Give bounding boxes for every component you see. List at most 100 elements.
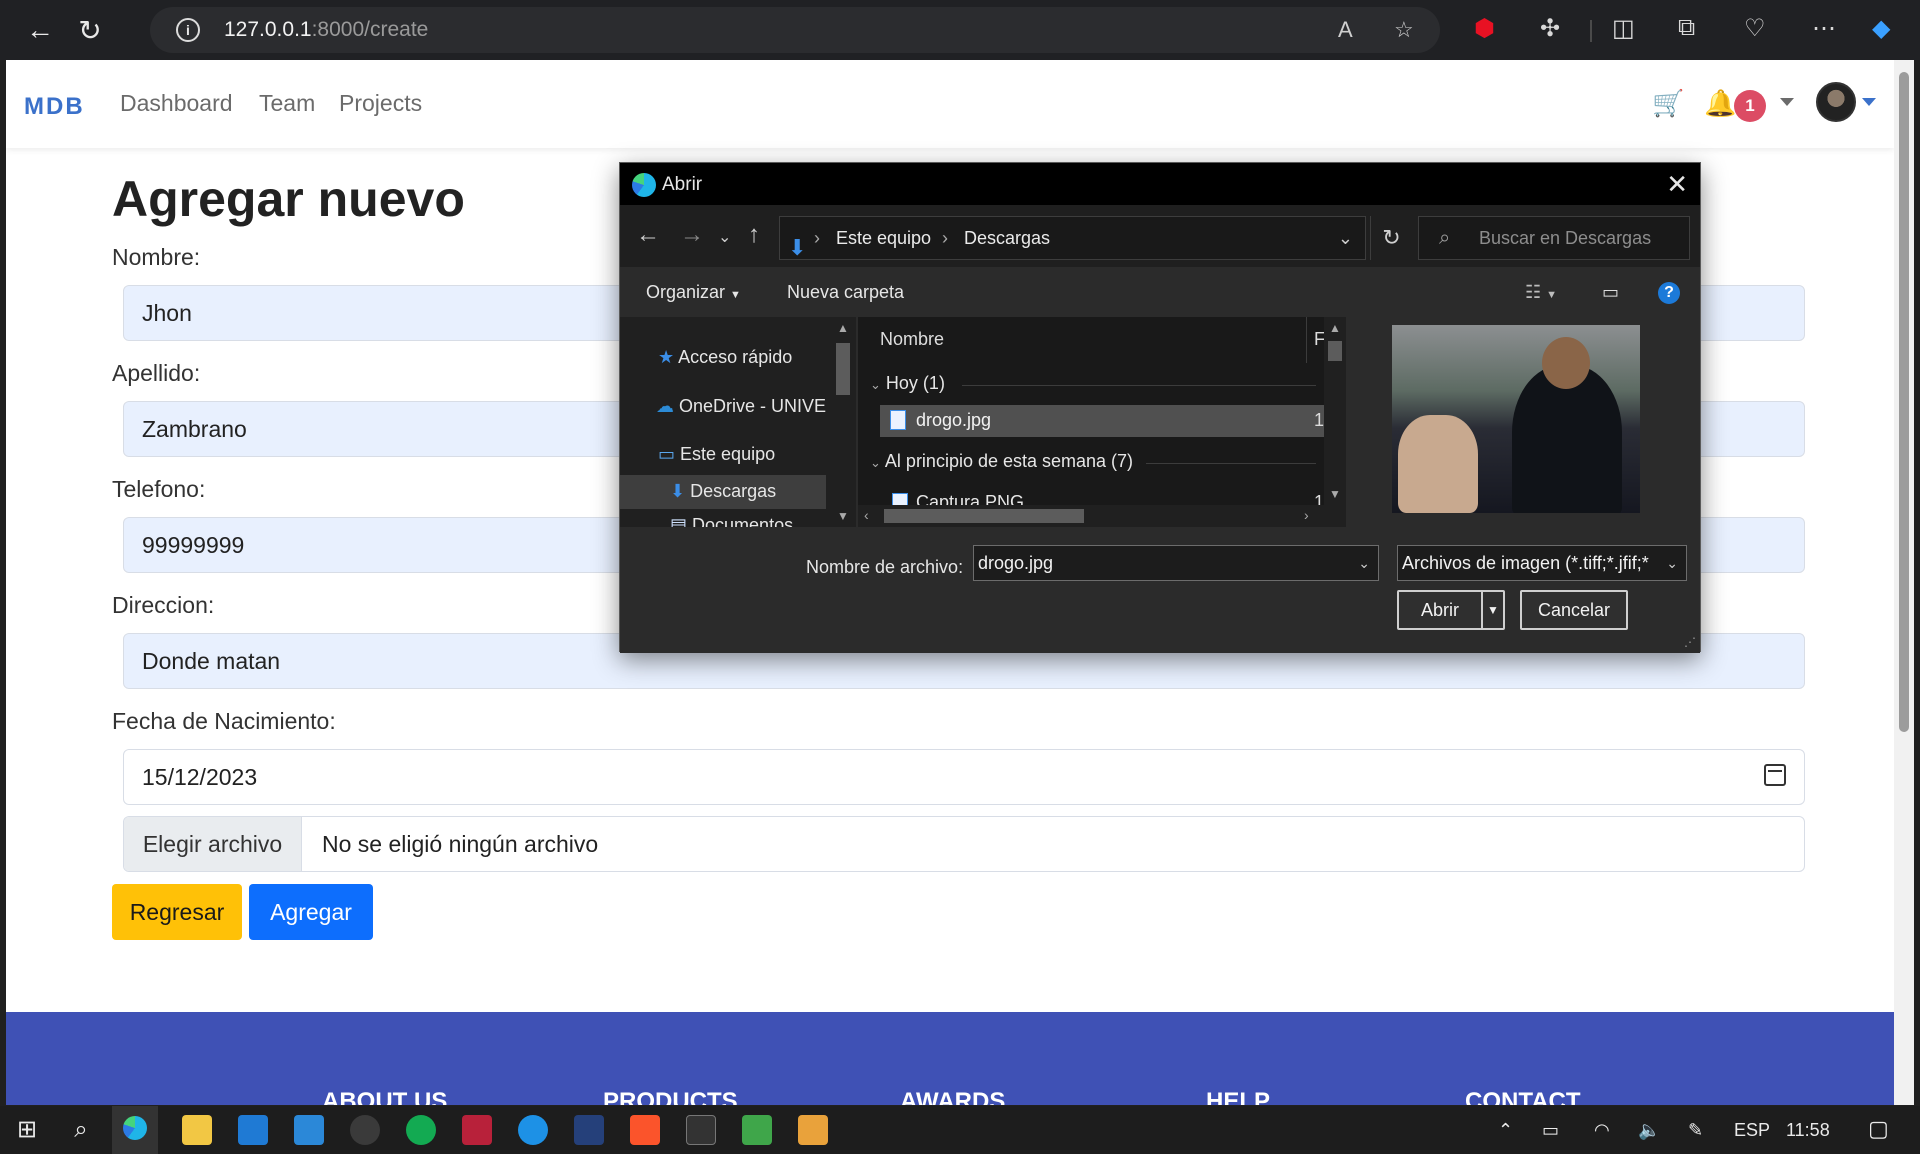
group-header-today[interactable]: ⌄ Hoy (1) [870,373,945,394]
site-info-icon[interactable]: i [176,18,200,42]
nav-item-documentos[interactable]: ▤ Documentos [670,515,793,527]
app-icon-jetbrains[interactable] [462,1115,492,1145]
footer-about-us[interactable]: ABOUT US [322,1088,447,1105]
nav-link-dashboard[interactable]: Dashboard [120,90,233,117]
scroll-up-icon[interactable]: ▲ [837,321,849,335]
notifications-icon[interactable]: ▢ [1868,1116,1889,1142]
scroll-up-icon[interactable]: ▲ [1329,321,1341,335]
collections-icon[interactable]: ⧉ [1678,14,1695,42]
file-input[interactable]: Elegir archivo No se eligió ningún archi… [123,816,1805,872]
scrollbar-thumb[interactable] [836,343,850,395]
file-list-horizontal-scrollbar[interactable]: ‹ › [858,505,1346,527]
resize-grip-icon[interactable]: ⋰ [1684,635,1696,649]
profile-chevron-down-icon[interactable] [1862,98,1876,106]
address-bar[interactable]: i 127.0.0.1:8000/create A ☆ [150,7,1440,53]
choose-file-button[interactable]: Elegir archivo [124,817,302,871]
brand-logo[interactable]: MDB [24,93,85,121]
split-screen-icon[interactable]: ◫ [1612,14,1635,43]
page-scrollbar[interactable] [1894,60,1914,1105]
read-aloud-icon[interactable]: A [1338,17,1353,43]
filename-input[interactable]: drogo.jpg ⌄ [973,545,1379,581]
cart-icon[interactable]: 🛒 [1652,88,1684,119]
column-header-name[interactable]: Nombre [880,329,944,350]
mongodb-icon[interactable] [406,1115,436,1145]
search-icon[interactable]: ⌕ [66,1115,96,1145]
help-icon[interactable]: ? [1658,282,1680,304]
recent-locations-chevron-icon[interactable]: ⌄ [718,227,731,247]
filetype-select[interactable]: Archivos de imagen (*.tiff;*.jfif;* ⌄ [1397,545,1687,581]
language-indicator[interactable]: ESP [1734,1120,1770,1141]
clock[interactable]: 11:58 [1786,1120,1830,1141]
preview-pane-icon[interactable]: ▭ [1602,282,1619,303]
notifications-chevron-down-icon[interactable] [1780,98,1794,106]
back-button[interactable]: Regresar [112,884,242,940]
back-icon[interactable]: ← [22,12,58,48]
submit-button[interactable]: Agregar [249,884,373,940]
pen-icon[interactable]: ✎ [1688,1120,1703,1141]
footer-help[interactable]: HELP [1206,1088,1270,1105]
nav-item-onedrive[interactable]: ☁ OneDrive - UNIVE [656,396,826,417]
breadcrumb-este-equipo[interactable]: Este equipo [836,217,931,259]
footer-awards[interactable]: AWARDS [900,1088,1005,1105]
open-button[interactable]: Abrir ▼ [1397,590,1505,630]
browser-essentials-icon[interactable]: ♡ [1744,14,1766,43]
vscode-icon[interactable] [238,1115,268,1145]
navigation-pane-scrollbar[interactable]: ▲ ▼ [832,317,854,527]
filename-dropdown-chevron-icon[interactable]: ⌄ [1358,546,1370,580]
bell-icon[interactable]: 🔔 [1704,88,1736,119]
new-folder-button[interactable]: Nueva carpeta [787,282,904,303]
taskbar-edge-active[interactable] [112,1106,158,1154]
nav-link-team[interactable]: Team [259,90,315,117]
back-arrow-icon[interactable]: ← [636,221,660,249]
up-arrow-icon[interactable]: ↑ [748,221,760,249]
view-options-icon[interactable]: ☷ ▼ [1525,282,1557,303]
dialog-titlebar[interactable]: Abrir ✕ [620,163,1700,205]
fecha-nacimiento-input[interactable]: 15/12/2023 [123,749,1805,805]
app-icon-compass[interactable] [350,1115,380,1145]
scrollbar-thumb[interactable] [1899,72,1909,732]
show-hidden-icons-chevron[interactable]: ⌃ [1498,1120,1513,1141]
breadcrumb-descargas[interactable]: Descargas [964,217,1050,259]
footer-contact[interactable]: CONTACT [1465,1088,1581,1105]
nav-item-este-equipo[interactable]: ▭ Este equipo [658,444,775,465]
avatar[interactable] [1816,82,1856,122]
organize-menu[interactable]: Organizar ▼ [646,282,741,303]
nav-item-descargas[interactable]: ⬇ Descargas [670,481,776,502]
app-icon-cloud[interactable] [294,1115,324,1145]
battery-icon[interactable]: ▭ [1542,1120,1559,1141]
app-icon-blue[interactable] [574,1115,604,1145]
adblock-extension-icon[interactable]: ⬢ [1474,14,1495,43]
refresh-icon[interactable]: ↻ [1370,216,1412,260]
git-icon[interactable] [798,1115,828,1145]
copilot-icon[interactable]: ◆ [1872,14,1890,43]
dialog-search-input[interactable]: ⌕ Buscar en Descargas [1418,216,1690,260]
reload-icon[interactable]: ↻ [72,12,108,48]
group-header-this-week[interactable]: ⌄ Al principio de esta semana (7) [870,451,1133,472]
open-options-caret-icon[interactable]: ▼ [1481,592,1503,628]
terminal-icon[interactable] [686,1115,716,1145]
nav-link-projects[interactable]: Projects [339,90,422,117]
brave-icon[interactable] [630,1115,660,1145]
extensions-icon[interactable]: ✣ [1540,14,1560,43]
notepad-icon[interactable] [742,1115,772,1145]
wifi-icon[interactable]: ◠ [1594,1120,1610,1141]
cancel-button[interactable]: Cancelar [1520,590,1628,630]
more-menu-icon[interactable]: ⋯ [1812,14,1836,43]
file-list-vertical-scrollbar[interactable]: ▲ ▼ [1324,317,1346,505]
docker-icon[interactable] [518,1115,548,1145]
scrollbar-thumb[interactable] [884,509,1084,523]
scroll-down-icon[interactable]: ▼ [837,509,849,523]
scroll-down-icon[interactable]: ▼ [1329,487,1341,501]
calendar-icon[interactable] [1764,764,1786,786]
scrollbar-thumb[interactable] [1328,341,1342,361]
footer-products[interactable]: PRODUCTS [603,1088,738,1105]
file-explorer-icon[interactable] [182,1115,212,1145]
scroll-left-icon[interactable]: ‹ [864,507,869,523]
windows-start-icon[interactable]: ⊞ [12,1115,42,1145]
path-breadcrumb[interactable]: ⬇ › Este equipo › Descargas ⌄ [779,216,1366,260]
file-row-selected[interactable]: drogo.jpg 17 [880,405,1346,437]
nav-item-quick-access[interactable]: ★ Acceso rápido [658,347,792,368]
volume-icon[interactable]: 🔈 [1638,1120,1660,1141]
close-icon[interactable]: ✕ [1666,169,1688,200]
forward-arrow-icon[interactable]: → [680,221,704,249]
